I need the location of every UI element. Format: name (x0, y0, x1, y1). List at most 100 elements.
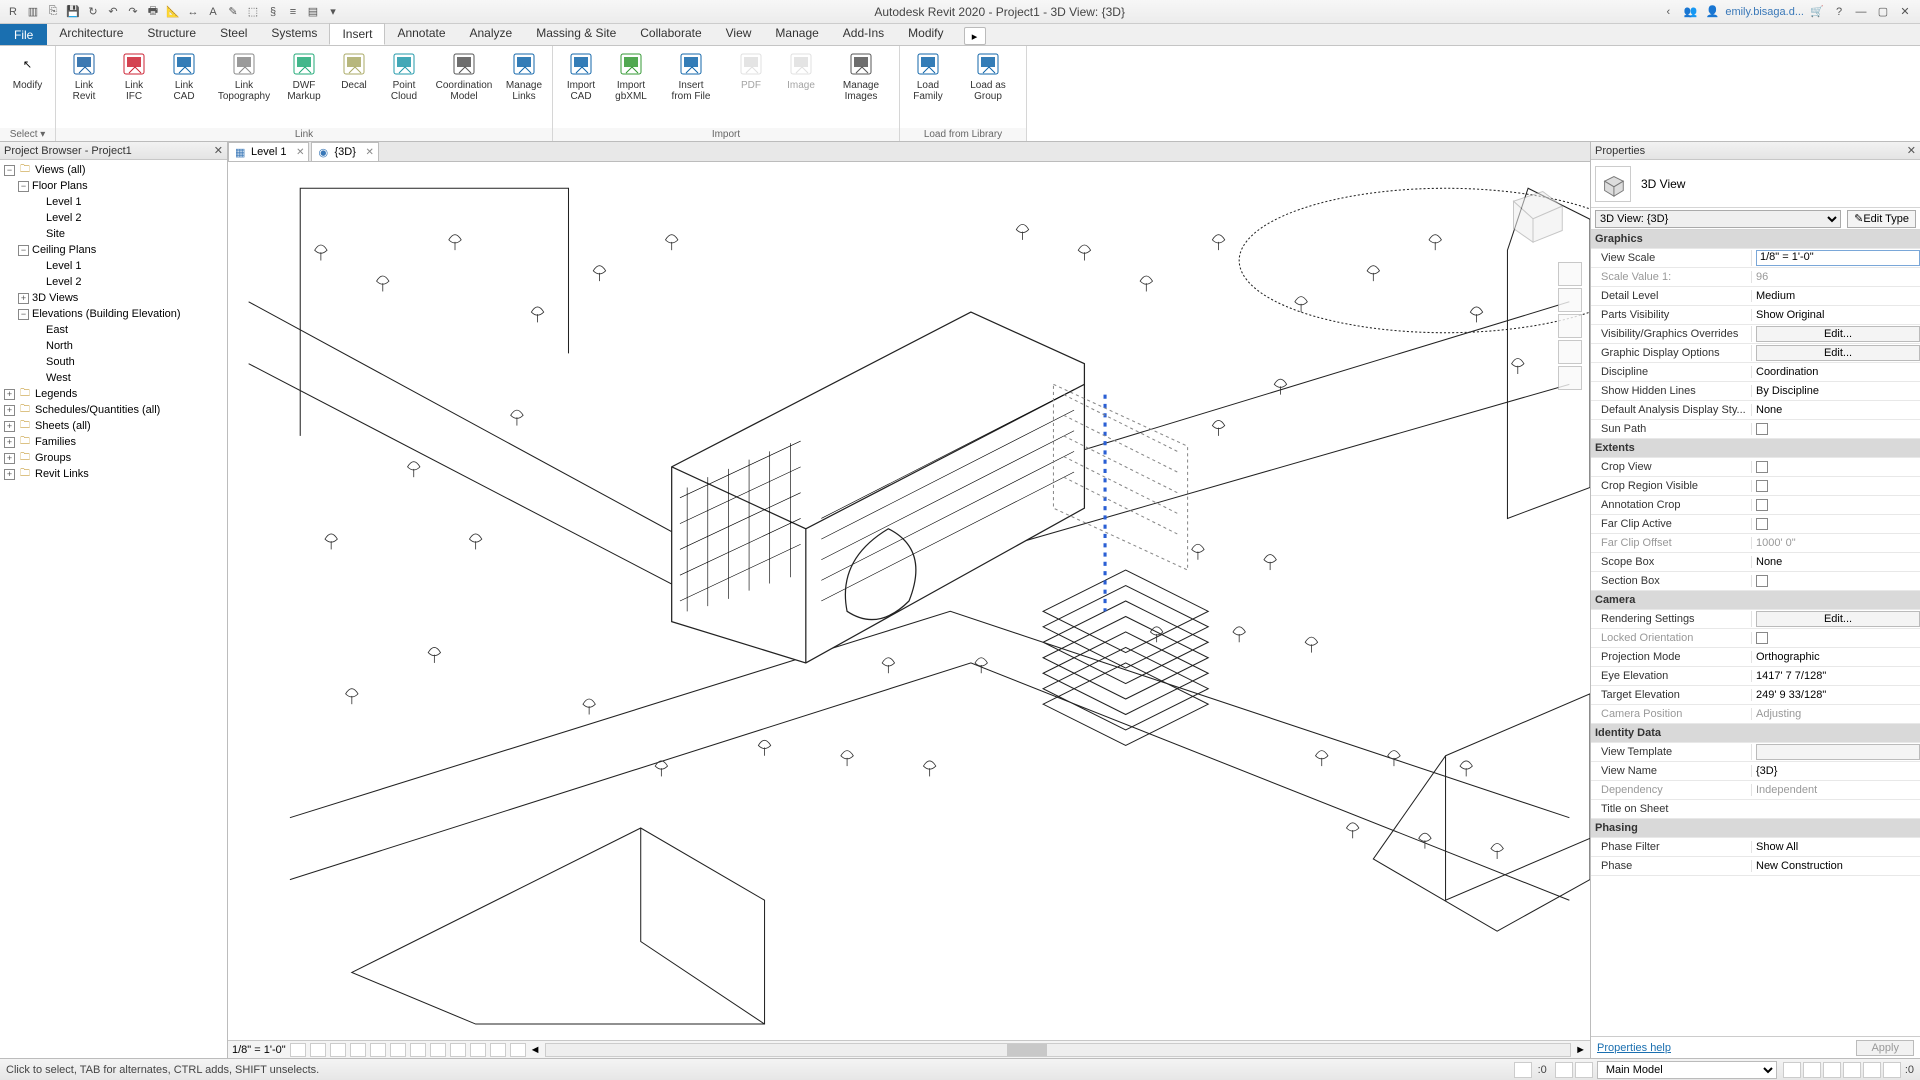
project-browser-tree[interactable]: −🗀Views (all)−Floor PlansLevel 1Level 2S… (0, 160, 227, 1058)
prop-category-identity-data[interactable]: Identity Data (1591, 724, 1920, 743)
user-icon[interactable]: 👤 (1703, 3, 1721, 21)
edit-button[interactable]: Edit... (1756, 611, 1920, 627)
tree-level-2[interactable]: Level 2 (0, 210, 227, 226)
tree-sheets-all-[interactable]: +🗀Sheets (all) (0, 418, 227, 434)
checkbox[interactable] (1756, 480, 1768, 492)
checkbox[interactable] (1756, 518, 1768, 530)
close-icon[interactable]: ✕ (366, 147, 374, 158)
prop-dependency[interactable]: DependencyIndependent (1591, 781, 1920, 800)
prop-category-camera[interactable]: Camera (1591, 591, 1920, 610)
ribbon-link-cad-button[interactable]: Link CAD (160, 48, 208, 104)
home-icon[interactable] (1558, 262, 1582, 286)
ribbon-decal-button[interactable]: Decal (330, 48, 378, 93)
ribbon-link-topography-button[interactable]: Link Topography (210, 48, 278, 104)
close-icon[interactable]: ✕ (1907, 144, 1916, 157)
tree-elevations[interactable]: −Elevations (Building Elevation) (0, 306, 227, 322)
prop-rendering-settings[interactable]: Rendering SettingsEdit... (1591, 610, 1920, 629)
switch-windows-icon[interactable]: ▾ (324, 3, 342, 21)
close-icon[interactable]: ✕ (1896, 3, 1914, 21)
ribbon-tab-insert[interactable]: Insert (329, 23, 385, 45)
edit-button[interactable]: Edit... (1756, 345, 1920, 361)
lock-icon[interactable] (430, 1043, 446, 1057)
properties-help-link[interactable]: Properties help (1597, 1042, 1671, 1054)
checkbox[interactable] (1756, 461, 1768, 473)
h-scrollbar[interactable] (545, 1043, 1572, 1057)
prop-detail-level[interactable]: Detail LevelMedium (1591, 287, 1920, 306)
save-icon[interactable]: 💾 (64, 3, 82, 21)
tree-elev-south[interactable]: South (0, 354, 227, 370)
apply-button[interactable]: Apply (1856, 1040, 1914, 1056)
checkbox[interactable] (1756, 423, 1768, 435)
prop-camera-position[interactable]: Camera PositionAdjusting (1591, 705, 1920, 724)
tree-site[interactable]: Site (0, 226, 227, 242)
prop-scope-box[interactable]: Scope BoxNone (1591, 553, 1920, 572)
ribbon-play-button[interactable]: ▸ (964, 27, 986, 45)
constraints-icon[interactable] (510, 1043, 526, 1057)
prop-eye-elevation[interactable]: Eye Elevation1417' 7 7/128" (1591, 667, 1920, 686)
visual-style-icon[interactable] (310, 1043, 326, 1057)
prop-scale-value-[interactable]: Scale Value 1:96 (1591, 268, 1920, 287)
ribbon-tab-add-ins[interactable]: Add-Ins (831, 23, 896, 43)
tree-families[interactable]: +🗀Families (0, 434, 227, 450)
editable-only-icon[interactable] (1555, 1062, 1573, 1078)
ribbon-tab-modify[interactable]: Modify (896, 23, 955, 43)
prop-projection-mode[interactable]: Projection ModeOrthographic (1591, 648, 1920, 667)
redo-icon[interactable]: ↷ (124, 3, 142, 21)
view-tab-level1[interactable]: ▦Level 1✕ (228, 142, 309, 161)
prop-category-phasing[interactable]: Phasing (1591, 819, 1920, 838)
tree-cp-level-1[interactable]: Level 1 (0, 258, 227, 274)
select-face-icon[interactable] (1843, 1062, 1861, 1078)
tree-legends[interactable]: +🗀Legends (0, 386, 227, 402)
cart-icon[interactable]: 🛒 (1808, 3, 1826, 21)
tag-icon[interactable]: A (204, 3, 222, 21)
type-selector-row[interactable]: 3D View (1591, 160, 1920, 208)
modify-button[interactable]: ↖ Modify (4, 48, 51, 93)
tree-ceiling-plans[interactable]: −Ceiling Plans (0, 242, 227, 258)
close-icon[interactable]: ✕ (296, 147, 304, 158)
worksets-icon[interactable] (1514, 1062, 1532, 1078)
new-icon[interactable]: ⎘ (44, 3, 62, 21)
analytical-icon[interactable] (490, 1043, 506, 1057)
restore-icon[interactable]: ▢ (1874, 3, 1892, 21)
prop-crop-view[interactable]: Crop View (1591, 458, 1920, 477)
scroll-right-icon[interactable]: ► (1575, 1044, 1586, 1056)
panel-label-select[interactable]: Select ▾ (0, 128, 55, 141)
ribbon-import-gbxml-button[interactable]: Import gbXML (607, 48, 655, 104)
prop-view-template[interactable]: View Template (1591, 743, 1920, 762)
prop-target-elevation[interactable]: Target Elevation249' 9 33/128" (1591, 686, 1920, 705)
prop-far-clip-offset[interactable]: Far Clip Offset1000' 0" (1591, 534, 1920, 553)
sync-icon[interactable]: ↻ (84, 3, 102, 21)
reveal-icon[interactable] (470, 1043, 486, 1057)
edit-button[interactable] (1756, 744, 1920, 760)
prop-section-box[interactable]: Section Box (1591, 572, 1920, 591)
tree-3d-views[interactable]: +3D Views (0, 290, 227, 306)
ribbon-manage-images-button[interactable]: Manage Images (827, 48, 895, 104)
prop-view-name[interactable]: View Name{3D} (1591, 762, 1920, 781)
panel-label-link[interactable]: Link (56, 128, 552, 141)
scroll-left-icon[interactable]: ◄ (530, 1044, 541, 1056)
ribbon-tab-steel[interactable]: Steel (208, 23, 259, 43)
detail-level-icon[interactable] (290, 1043, 306, 1057)
tree-cp-level-2[interactable]: Level 2 (0, 274, 227, 290)
project-browser-header[interactable]: Project Browser - Project1 ✕ (0, 142, 227, 160)
select-links-icon[interactable] (1783, 1062, 1801, 1078)
user-name[interactable]: emily.bisaga.d... (1725, 6, 1804, 18)
value-input[interactable]: 1/8" = 1'-0" (1756, 250, 1920, 266)
rendering-icon[interactable] (370, 1043, 386, 1057)
ribbon-tab-annotate[interactable]: Annotate (385, 23, 457, 43)
ribbon-link-revit-button[interactable]: Link Revit (60, 48, 108, 104)
crop-region-icon[interactable] (410, 1043, 426, 1057)
edit-type-button[interactable]: ✎ Edit Type (1847, 210, 1916, 228)
ribbon-import-cad-button[interactable]: Import CAD (557, 48, 605, 104)
prop-crop-region-visible[interactable]: Crop Region Visible (1591, 477, 1920, 496)
ribbon-tab-view[interactable]: View (714, 23, 764, 43)
crop-icon[interactable] (390, 1043, 406, 1057)
orbit-icon[interactable] (1558, 366, 1582, 390)
prop-default-analysis-display-sty-[interactable]: Default Analysis Display Sty...None (1591, 401, 1920, 420)
prop-phase[interactable]: PhaseNew Construction (1591, 857, 1920, 876)
ribbon-dwf-markup-button[interactable]: DWF Markup (280, 48, 328, 104)
tree-level-1[interactable]: Level 1 (0, 194, 227, 210)
help-icon[interactable]: ? (1830, 3, 1848, 21)
properties-header[interactable]: Properties ✕ (1591, 142, 1920, 160)
prop-visibility-graphics-overrides[interactable]: Visibility/Graphics OverridesEdit... (1591, 325, 1920, 344)
